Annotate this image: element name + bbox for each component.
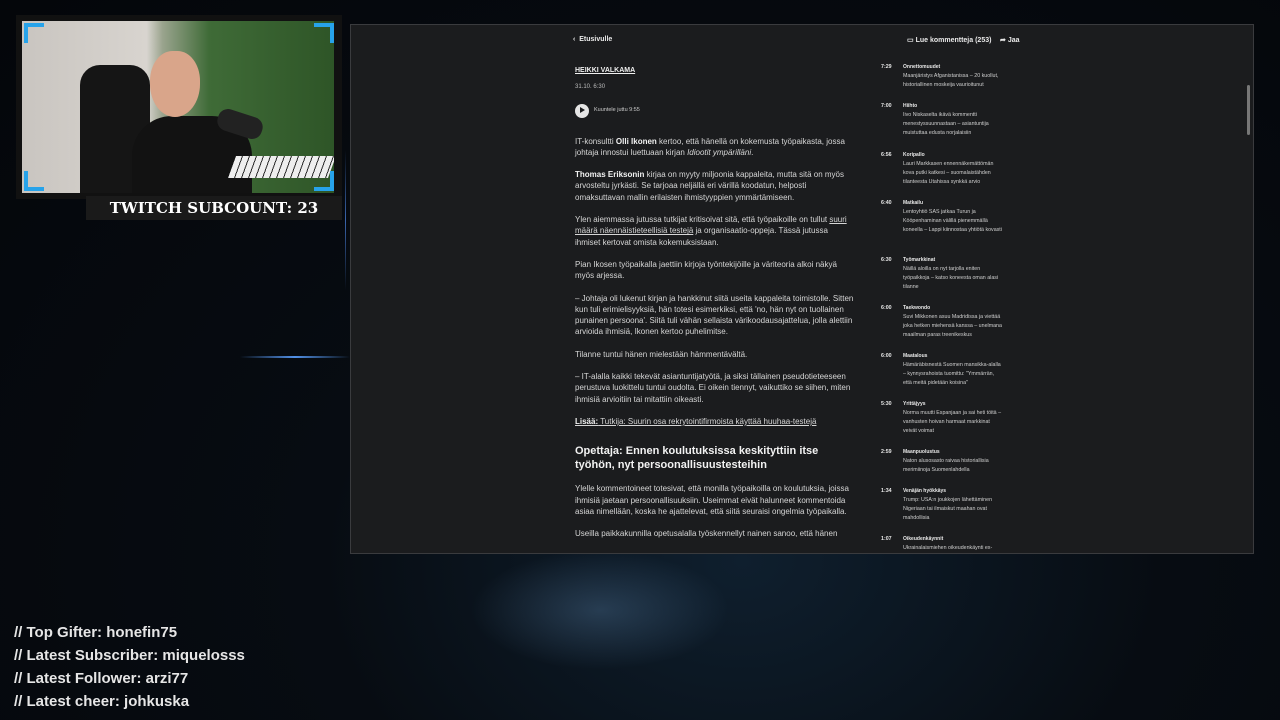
feed-item[interactable]: 6:56 Koripallo Lauri Markkasen ennennäkemä… <box>881 151 1003 199</box>
feed-item[interactable]: 1:34 Venäjän hyökkäys Trump: USA:n joukkoj… <box>881 487 1003 535</box>
stream-stats: // Top Gifter: honefin75 // Latest Subsc… <box>14 621 245 713</box>
author-link[interactable]: HEIKKI VALKAMA <box>575 65 855 76</box>
comment-icon: ▭ <box>907 37 914 44</box>
latest-subscriber: // Latest Subscriber: miquelosss <box>14 647 245 664</box>
paragraph: Tilanne tuntui hänen mielestään hämmentä… <box>575 349 748 359</box>
share-label: Jaa <box>1007 37 1020 44</box>
paragraph: Useilla paikkakunnilla opetusalalla työs… <box>575 529 838 539</box>
article-body: HEIKKI VALKAMA 31.10. 6:30 Kuuntele jutt… <box>575 65 855 550</box>
comments-label: Lue kommentteja (253) <box>915 37 992 44</box>
feed-item[interactable]: 6:00 Taekwondo Suvi Mikkonen asuu Madridis… <box>881 304 1003 352</box>
twitch-subcount: TWITCH SUBCOUNT: 23 <box>86 196 342 220</box>
feed-item[interactable]: 7:00 Hiihto Iivo Niskaselta ikävä kommentt… <box>881 102 1003 151</box>
browser-window: ‹ Etusivulle ▭ Lue kommentteja (253) ➦ J… <box>350 24 1254 554</box>
paragraph: IT-konsultti Olli Ikonen kertoo, että hä… <box>575 136 845 157</box>
scrollbar[interactable] <box>1247 85 1250 135</box>
publish-date: 31.10. 6:30 <box>575 84 606 91</box>
article-topbar: ‹ Etusivulle ▭ Lue kommentteja (253) ➦ J… <box>351 25 1253 57</box>
related-link[interactable]: Lisää: Tutkija: Suurin osa rekrytointifi… <box>575 416 855 427</box>
feed-item[interactable]: 6:30 Työmarkkinat Näillä aloilla on nyt ta… <box>881 256 1003 304</box>
frame-corner <box>24 23 44 43</box>
share-button[interactable]: ➦ Jaa <box>1000 36 1020 44</box>
frame-corner <box>24 171 44 191</box>
listen-label: Kuuntele juttu 9:55 <box>594 106 640 113</box>
back-link[interactable]: ‹ Etusivulle <box>573 36 612 43</box>
comments-link[interactable]: ▭ Lue kommentteja (253) <box>907 36 991 44</box>
paragraph: Ylelle kommentoineet totesivat, että mon… <box>575 484 849 516</box>
frame-corner <box>314 171 334 191</box>
feed-item[interactable]: 1:07 Oikeudenkäynnit Ukrainalaismiehen oik… <box>881 535 1003 553</box>
share-icon: ➦ <box>1000 37 1006 44</box>
feed-item[interactable]: 6:40 Matkailu Lentoyhtiö SAS jatkaa Turun … <box>881 199 1003 256</box>
paragraph: Thomas Eriksonin kirjaa on myyty miljoon… <box>575 170 844 202</box>
feed-item[interactable]: 2:59 Maanpuolustus Naton alusosasto raivaa… <box>881 448 1003 487</box>
webcam-video <box>22 21 334 193</box>
feed-item[interactable]: 6:00 Maatalous Hämäräbisnestä Suomen mansi… <box>881 352 1003 400</box>
latest-cheer: // Latest cheer: johkuska <box>14 693 190 710</box>
background-glow <box>470 550 730 670</box>
feed-item[interactable]: 5:30 Yrittäjyys Norma muutti Espanjaan ja … <box>881 400 1003 448</box>
back-label: Etusivulle <box>579 36 613 43</box>
latest-follower: // Latest Follower: arzi77 <box>14 670 189 687</box>
news-feed: 7:29 Onnettomuudet Maanjäristys Afganistan… <box>881 63 1003 553</box>
chevron-left-icon: ‹ <box>573 36 576 43</box>
section-heading: Opettaja: Ennen koulutuksissa keskitytti… <box>575 445 819 472</box>
feed-item[interactable]: 7:29 Onnettomuudet Maanjäristys Afganistan… <box>881 63 1003 102</box>
light-ray <box>345 150 346 290</box>
frame-corner <box>314 23 334 43</box>
top-gifter: // Top Gifter: honefin75 <box>14 624 178 641</box>
webcam-frame <box>16 15 342 199</box>
play-icon <box>575 103 589 118</box>
listen-button[interactable]: Kuuntele juttu 9:55 <box>575 103 855 118</box>
paragraph: – IT-alalla kaikki tekevät asiantuntijat… <box>575 372 851 404</box>
paragraph: Pian Ikosen työpaikalla jaettiin kirjoja… <box>575 259 837 281</box>
paragraph: Ylen aiemmassa jutussa tutkijat kritisoi… <box>575 215 847 247</box>
streamer-head <box>150 51 200 117</box>
light-ray <box>240 356 350 358</box>
paragraph: – Johtaja oli lukenut kirjan ja hankkinu… <box>575 293 854 337</box>
